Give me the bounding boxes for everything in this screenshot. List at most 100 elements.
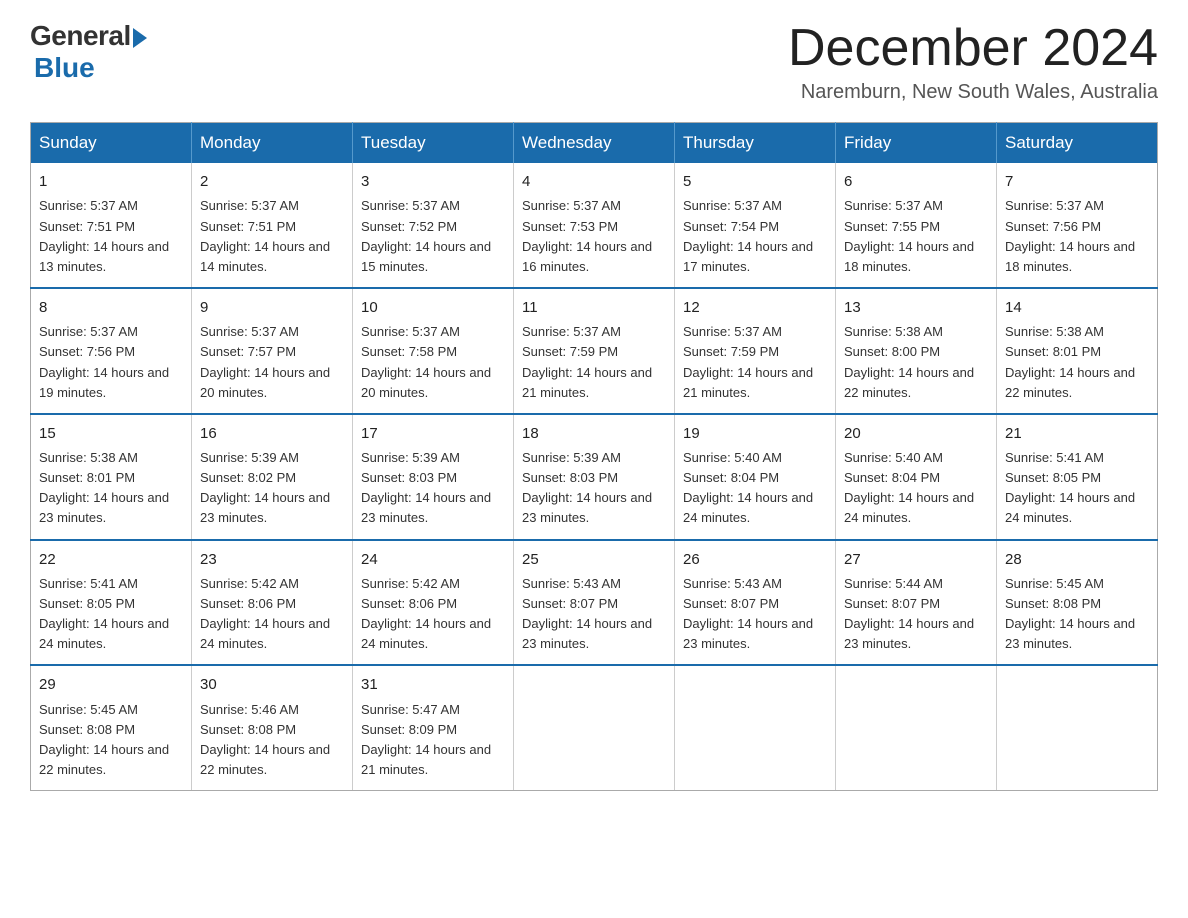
- calendar-week-row: 29 Sunrise: 5:45 AMSunset: 8:08 PMDayligh…: [31, 665, 1158, 790]
- day-number: 29: [39, 673, 183, 696]
- day-number: 17: [361, 422, 505, 445]
- calendar-cell: [836, 665, 997, 790]
- calendar-cell: 12 Sunrise: 5:37 AMSunset: 7:59 PMDayligh…: [675, 288, 836, 414]
- calendar-cell: 19Sunrise: 5:40 AMSunset: 8:04 PMDayligh…: [675, 414, 836, 540]
- month-title: December 2024: [788, 20, 1158, 77]
- calendar-cell: 22 Sunrise: 5:41 AMSunset: 8:05 PMDayligh…: [31, 540, 192, 666]
- day-number: 21: [1005, 422, 1149, 445]
- weekday-header-row: Sunday Monday Tuesday Wednesday Thursday…: [31, 123, 1158, 164]
- header: General Blue December 2024 Naremburn, Ne…: [30, 20, 1158, 104]
- day-number: 30: [200, 673, 344, 696]
- calendar-cell: 20Sunrise: 5:40 AMSunset: 8:04 PMDayligh…: [836, 414, 997, 540]
- header-sunday: Sunday: [31, 123, 192, 164]
- calendar-cell: 11 Sunrise: 5:37 AMSunset: 7:59 PMDayligh…: [514, 288, 675, 414]
- calendar-cell: 24Sunrise: 5:42 AMSunset: 8:06 PMDayligh…: [353, 540, 514, 666]
- calendar-cell: 13Sunrise: 5:38 AMSunset: 8:00 PMDayligh…: [836, 288, 997, 414]
- day-info: Sunrise: 5:37 AMSunset: 7:54 PMDaylight:…: [683, 198, 813, 273]
- calendar-cell: 9Sunrise: 5:37 AMSunset: 7:57 PMDaylight…: [192, 288, 353, 414]
- calendar-cell: 1 Sunrise: 5:37 AMSunset: 7:51 PMDaylight…: [31, 163, 192, 288]
- calendar-cell: 28 Sunrise: 5:45 AMSunset: 8:08 PMDayligh…: [997, 540, 1158, 666]
- day-number: 1: [39, 170, 183, 193]
- day-number: 11: [522, 296, 666, 319]
- header-tuesday: Tuesday: [353, 123, 514, 164]
- calendar-cell: 18 Sunrise: 5:39 AMSunset: 8:03 PMDayligh…: [514, 414, 675, 540]
- calendar-cell: 25Sunrise: 5:43 AMSunset: 8:07 PMDayligh…: [514, 540, 675, 666]
- calendar-cell: 29 Sunrise: 5:45 AMSunset: 8:08 PMDayligh…: [31, 665, 192, 790]
- calendar-cell: 10 Sunrise: 5:37 AMSunset: 7:58 PMDayligh…: [353, 288, 514, 414]
- day-number: 27: [844, 548, 988, 571]
- header-saturday: Saturday: [997, 123, 1158, 164]
- day-number: 5: [683, 170, 827, 193]
- day-info: Sunrise: 5:41 AMSunset: 8:05 PMDaylight:…: [39, 576, 169, 651]
- day-info: Sunrise: 5:37 AMSunset: 7:55 PMDaylight:…: [844, 198, 974, 273]
- header-thursday: Thursday: [675, 123, 836, 164]
- calendar-table: Sunday Monday Tuesday Wednesday Thursday…: [30, 122, 1158, 791]
- day-info: Sunrise: 5:45 AMSunset: 8:08 PMDaylight:…: [1005, 576, 1135, 651]
- day-info: Sunrise: 5:37 AMSunset: 7:59 PMDaylight:…: [683, 324, 813, 399]
- calendar-cell: 14 Sunrise: 5:38 AMSunset: 8:01 PMDayligh…: [997, 288, 1158, 414]
- calendar-cell: 7 Sunrise: 5:37 AMSunset: 7:56 PMDaylight…: [997, 163, 1158, 288]
- day-info: Sunrise: 5:38 AMSunset: 8:01 PMDaylight:…: [39, 450, 169, 525]
- day-number: 31: [361, 673, 505, 696]
- calendar-cell: 2 Sunrise: 5:37 AMSunset: 7:51 PMDaylight…: [192, 163, 353, 288]
- day-info: Sunrise: 5:37 AMSunset: 7:51 PMDaylight:…: [39, 198, 169, 273]
- day-info: Sunrise: 5:37 AMSunset: 7:51 PMDaylight:…: [200, 198, 330, 273]
- calendar-cell: 4Sunrise: 5:37 AMSunset: 7:53 PMDaylight…: [514, 163, 675, 288]
- day-number: 7: [1005, 170, 1149, 193]
- calendar-cell: 31 Sunrise: 5:47 AMSunset: 8:09 PMDayligh…: [353, 665, 514, 790]
- day-info: Sunrise: 5:46 AMSunset: 8:08 PMDaylight:…: [200, 702, 330, 777]
- day-info: Sunrise: 5:42 AMSunset: 8:06 PMDaylight:…: [200, 576, 330, 651]
- calendar-cell: [514, 665, 675, 790]
- day-number: 15: [39, 422, 183, 445]
- day-info: Sunrise: 5:40 AMSunset: 8:04 PMDaylight:…: [844, 450, 974, 525]
- day-number: 28: [1005, 548, 1149, 571]
- calendar-cell: 26 Sunrise: 5:43 AMSunset: 8:07 PMDayligh…: [675, 540, 836, 666]
- calendar-cell: 17 Sunrise: 5:39 AMSunset: 8:03 PMDayligh…: [353, 414, 514, 540]
- day-info: Sunrise: 5:44 AMSunset: 8:07 PMDaylight:…: [844, 576, 974, 651]
- calendar-cell: 23Sunrise: 5:42 AMSunset: 8:06 PMDayligh…: [192, 540, 353, 666]
- calendar-week-row: 1 Sunrise: 5:37 AMSunset: 7:51 PMDaylight…: [31, 163, 1158, 288]
- day-info: Sunrise: 5:37 AMSunset: 7:56 PMDaylight:…: [1005, 198, 1135, 273]
- day-info: Sunrise: 5:39 AMSunset: 8:03 PMDaylight:…: [522, 450, 652, 525]
- day-number: 2: [200, 170, 344, 193]
- calendar-cell: 15 Sunrise: 5:38 AMSunset: 8:01 PMDayligh…: [31, 414, 192, 540]
- logo-blue-text: Blue: [34, 52, 95, 84]
- day-info: Sunrise: 5:41 AMSunset: 8:05 PMDaylight:…: [1005, 450, 1135, 525]
- calendar-cell: 6Sunrise: 5:37 AMSunset: 7:55 PMDaylight…: [836, 163, 997, 288]
- day-info: Sunrise: 5:43 AMSunset: 8:07 PMDaylight:…: [522, 576, 652, 651]
- calendar-cell: 30 Sunrise: 5:46 AMSunset: 8:08 PMDayligh…: [192, 665, 353, 790]
- calendar-cell: 27 Sunrise: 5:44 AMSunset: 8:07 PMDayligh…: [836, 540, 997, 666]
- logo-general-text: General: [30, 20, 131, 52]
- day-info: Sunrise: 5:45 AMSunset: 8:08 PMDaylight:…: [39, 702, 169, 777]
- logo-arrow-icon: [133, 28, 147, 48]
- day-number: 10: [361, 296, 505, 319]
- day-number: 12: [683, 296, 827, 319]
- day-info: Sunrise: 5:37 AMSunset: 7:59 PMDaylight:…: [522, 324, 652, 399]
- calendar-cell: [675, 665, 836, 790]
- logo: General Blue: [30, 20, 147, 84]
- day-info: Sunrise: 5:39 AMSunset: 8:03 PMDaylight:…: [361, 450, 491, 525]
- day-number: 19: [683, 422, 827, 445]
- calendar-cell: 3Sunrise: 5:37 AMSunset: 7:52 PMDaylight…: [353, 163, 514, 288]
- day-info: Sunrise: 5:37 AMSunset: 7:52 PMDaylight:…: [361, 198, 491, 273]
- header-wednesday: Wednesday: [514, 123, 675, 164]
- day-number: 9: [200, 296, 344, 319]
- calendar-cell: 16Sunrise: 5:39 AMSunset: 8:02 PMDayligh…: [192, 414, 353, 540]
- day-info: Sunrise: 5:47 AMSunset: 8:09 PMDaylight:…: [361, 702, 491, 777]
- day-info: Sunrise: 5:37 AMSunset: 7:58 PMDaylight:…: [361, 324, 491, 399]
- header-friday: Friday: [836, 123, 997, 164]
- day-info: Sunrise: 5:43 AMSunset: 8:07 PMDaylight:…: [683, 576, 813, 651]
- day-info: Sunrise: 5:38 AMSunset: 8:01 PMDaylight:…: [1005, 324, 1135, 399]
- day-number: 18: [522, 422, 666, 445]
- calendar-cell: 21 Sunrise: 5:41 AMSunset: 8:05 PMDayligh…: [997, 414, 1158, 540]
- day-info: Sunrise: 5:37 AMSunset: 7:56 PMDaylight:…: [39, 324, 169, 399]
- day-number: 26: [683, 548, 827, 571]
- header-monday: Monday: [192, 123, 353, 164]
- calendar-cell: 5 Sunrise: 5:37 AMSunset: 7:54 PMDaylight…: [675, 163, 836, 288]
- day-number: 14: [1005, 296, 1149, 319]
- calendar-week-row: 8Sunrise: 5:37 AMSunset: 7:56 PMDaylight…: [31, 288, 1158, 414]
- calendar-week-row: 22 Sunrise: 5:41 AMSunset: 8:05 PMDayligh…: [31, 540, 1158, 666]
- day-info: Sunrise: 5:42 AMSunset: 8:06 PMDaylight:…: [361, 576, 491, 651]
- calendar-week-row: 15 Sunrise: 5:38 AMSunset: 8:01 PMDayligh…: [31, 414, 1158, 540]
- day-number: 22: [39, 548, 183, 571]
